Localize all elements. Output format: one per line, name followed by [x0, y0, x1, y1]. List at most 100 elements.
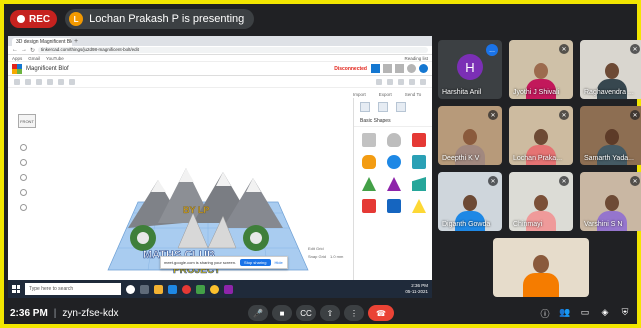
mic-button[interactable]: 🎤: [248, 305, 268, 321]
camera-button[interactable]: ■: [272, 305, 292, 321]
meeting-clock: 2:36 PM: [10, 307, 48, 319]
chat-icon[interactable]: ▭: [579, 307, 591, 320]
presenting-chip[interactable]: L Lochan Prakash P is presenting: [65, 9, 255, 29]
pyramid-icon[interactable]: [412, 199, 426, 213]
hide-button[interactable]: Hide: [275, 260, 283, 265]
meet-top-bar: REC L Lochan Prakash P is presenting: [4, 4, 637, 34]
sphere-icon[interactable]: [387, 155, 401, 169]
host-controls-icon[interactable]: ⛨: [619, 307, 631, 320]
participant-tile[interactable]: ✕ Diganth Gowda: [438, 172, 502, 231]
codeblocks-icon[interactable]: [395, 64, 404, 73]
participant-name: Harshita Anil: [442, 89, 482, 96]
group-icon[interactable]: [387, 78, 393, 85]
shapes-category-select[interactable]: Basic Shapes: [354, 116, 432, 127]
workplane[interactable]: FRONT BY LP MATHS CLUB PROJECT Edit Grid…: [8, 98, 353, 280]
undo-icon[interactable]: [58, 78, 64, 85]
participant-tile[interactable]: ✕ Deepthi K V: [438, 106, 502, 165]
star-icon[interactable]: [387, 199, 401, 213]
participant-tile[interactable]: ✕ Lochan Praka...: [509, 106, 573, 165]
hole-box-icon[interactable]: [362, 133, 376, 147]
participant-tile[interactable]: ✕ Jyothi J Shivali: [509, 40, 573, 99]
meeting-code[interactable]: zyn-zfse-kdx: [62, 308, 118, 319]
info-icon[interactable]: ⓘ: [539, 307, 551, 320]
scribble-icon[interactable]: [412, 155, 426, 169]
shared-screen: 3D design Magnificent Blof | Tin + ← → ↻…: [8, 36, 432, 298]
present-button[interactable]: ⇧: [320, 305, 340, 321]
notes-icon[interactable]: [396, 102, 406, 112]
meet-bottom-bar: 2:36 PM | zyn-zfse-kdx 🎤 ■ CC ⇧ ⋮ ☎ ⓘ 👥 …: [4, 302, 637, 324]
text-shape-icon[interactable]: [362, 199, 376, 213]
ungroup-icon[interactable]: [398, 78, 404, 85]
hammer-icon[interactable]: [383, 64, 392, 73]
app-icon[interactable]: [210, 284, 219, 294]
copy-icon[interactable]: [14, 78, 20, 85]
hole-cylinder-icon[interactable]: [387, 133, 401, 147]
windows-start-icon[interactable]: [12, 285, 20, 293]
bookmark-item[interactable]: Gmail: [28, 56, 40, 61]
browser-tab[interactable]: 3D design Magnificent Blof | Tin: [12, 38, 72, 46]
new-tab-button[interactable]: +: [74, 38, 78, 46]
edge-icon[interactable]: [168, 284, 177, 294]
participant-name: Chinmayi: [513, 221, 543, 228]
back-icon[interactable]: ←: [12, 47, 18, 53]
participant-tile[interactable]: ✕ Chinmayi: [509, 172, 573, 231]
participant-tile[interactable]: ✕ Raghavendra ...: [580, 40, 641, 99]
cortana-icon[interactable]: [126, 284, 135, 294]
participant-name: Deepthi K V: [442, 155, 480, 162]
captions-button[interactable]: CC: [296, 305, 316, 321]
workplane-icon[interactable]: [360, 102, 370, 112]
participant-tile[interactable]: ✕ Samarth Yada...: [580, 106, 641, 165]
import-button[interactable]: Import: [353, 92, 366, 97]
file-explorer-icon[interactable]: [154, 284, 163, 294]
stop-sharing-button[interactable]: Stop sharing: [240, 259, 271, 266]
activities-icon[interactable]: ◈: [599, 307, 611, 320]
redo-icon[interactable]: [69, 78, 75, 85]
cone-icon[interactable]: [387, 177, 401, 191]
more-options-button[interactable]: ⋮: [344, 305, 364, 321]
bookmark-item[interactable]: YouTube: [46, 56, 64, 61]
participant-name: Samarth Yada...: [584, 155, 634, 162]
mirror-icon[interactable]: [420, 78, 426, 85]
round-roof-icon[interactable]: [412, 177, 426, 191]
profile-avatar-icon[interactable]: [419, 64, 428, 73]
roof-icon[interactable]: [362, 177, 376, 191]
people-icon[interactable]: 👥: [559, 307, 571, 320]
taskbar-search[interactable]: Type here to search: [25, 283, 121, 295]
chrome-icon[interactable]: [182, 284, 191, 294]
end-call-button[interactable]: ☎: [368, 305, 394, 321]
duplicate-icon[interactable]: [36, 78, 42, 85]
paste-icon[interactable]: [25, 78, 31, 85]
send-to-button[interactable]: Send To: [405, 92, 421, 97]
reading-list[interactable]: Reading list: [404, 56, 432, 61]
recording-badge: REC: [10, 10, 58, 28]
align-icon[interactable]: [409, 78, 415, 85]
export-button[interactable]: Export: [379, 92, 392, 97]
participant-video: [523, 251, 559, 297]
self-view-tile[interactable]: [493, 238, 589, 297]
task-view-icon[interactable]: [140, 284, 149, 294]
reload-icon[interactable]: ↻: [30, 47, 35, 54]
light-icon[interactable]: [376, 78, 382, 85]
forward-icon[interactable]: →: [21, 47, 27, 53]
shapes-grid: [354, 127, 432, 219]
delete-icon[interactable]: [47, 78, 53, 85]
record-dot-icon: [17, 15, 25, 23]
view-tools: [371, 64, 428, 73]
ruler-icon[interactable]: [378, 102, 388, 112]
app-icon[interactable]: [196, 284, 205, 294]
cylinder-icon[interactable]: [362, 155, 376, 169]
separator: |: [53, 307, 57, 319]
side-controls: ⓘ 👥 ▭ ◈ ⛨: [539, 307, 631, 320]
more-options-icon[interactable]: ...: [486, 44, 498, 56]
taskbar-clock: 2:36 PM 05-11-2021: [405, 283, 428, 295]
bookmark-item[interactable]: Apps: [12, 56, 22, 61]
url-field[interactable]: tinkercad.com/things/ju2d98-magnificent-…: [38, 47, 428, 53]
box-icon[interactable]: [412, 133, 426, 147]
add-user-icon[interactable]: [407, 64, 416, 73]
panel-tabs: [354, 98, 432, 116]
grid-view-icon[interactable]: [371, 64, 380, 73]
participant-tile[interactable]: ✕ Varshini S N: [580, 172, 641, 231]
app-icon[interactable]: [224, 284, 233, 294]
design-title[interactable]: Magnificent Blof: [26, 66, 330, 72]
participant-tile[interactable]: H ... Harshita Anil: [438, 40, 502, 99]
